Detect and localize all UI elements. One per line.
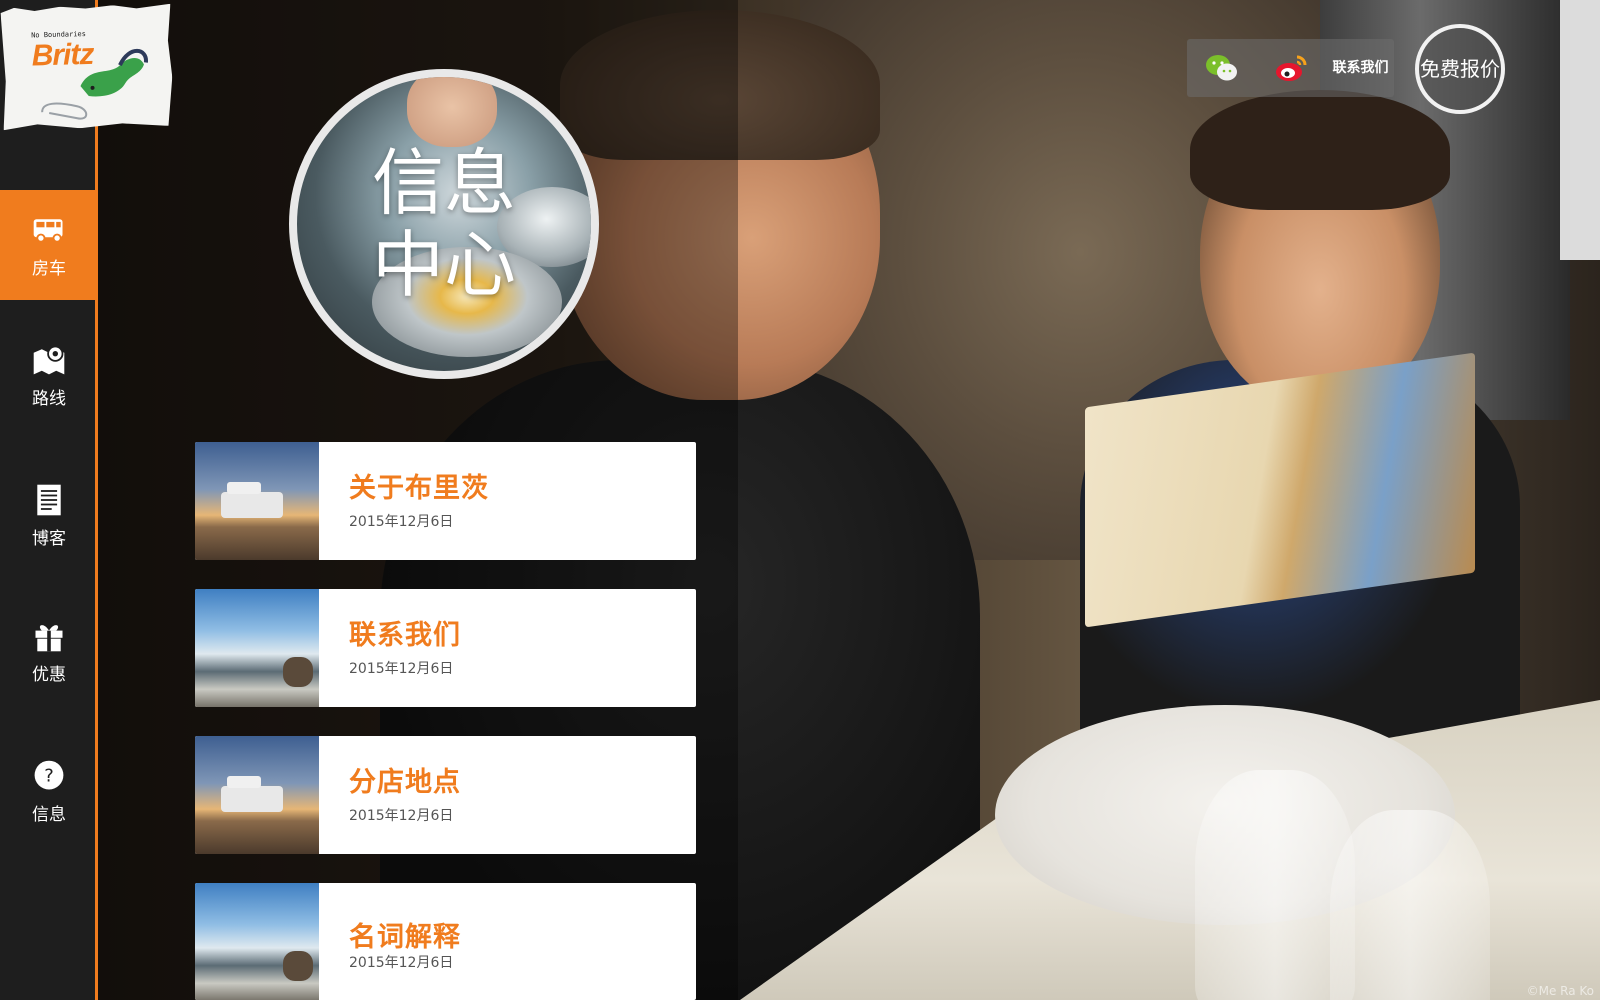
sidebar-item-deals[interactable]: 优惠 — [0, 596, 98, 706]
sidebar-item-routes[interactable]: 路线 — [0, 320, 98, 430]
article-card[interactable]: 分店地点 2015年12月6日 — [195, 736, 696, 854]
britz-logo[interactable]: No Boundaries Britz — [0, 4, 173, 130]
svg-text:?: ? — [44, 765, 54, 786]
document-icon — [37, 484, 61, 515]
article-card[interactable]: 关于布里茨 2015年12月6日 — [195, 442, 696, 560]
sidebar-item-label: 路线 — [32, 388, 66, 409]
article-thumbnail — [195, 589, 319, 707]
article-thumbnail — [195, 442, 319, 560]
weibo-icon — [1276, 55, 1307, 81]
weibo-button[interactable] — [1257, 39, 1327, 97]
article-card[interactable]: 名词解释 2015年12月6日 — [195, 883, 696, 1000]
article-date: 2015年12月6日 — [349, 514, 454, 530]
article-thumbnail — [195, 736, 319, 854]
contact-us-link[interactable]: 联系我们 — [1327, 59, 1394, 77]
question-icon: ? — [34, 760, 64, 789]
article-card[interactable]: 联系我们 2015年12月6日 — [195, 589, 696, 707]
page-title: 信息中心 — [371, 141, 516, 307]
article-date: 2015年12月6日 — [349, 955, 454, 971]
map-pin-icon — [33, 345, 65, 374]
sidebar-item-blog[interactable]: 博客 — [0, 460, 98, 570]
sidebar-item-info[interactable]: ? 信息 — [0, 736, 98, 846]
article-title: 关于布里茨 — [349, 473, 489, 504]
hero-circle: 信息中心 — [289, 69, 599, 379]
sidebar-item-campervan[interactable]: 房车 — [0, 190, 98, 300]
paperclip-icon — [37, 96, 98, 128]
sidebar-item-label: 信息 — [32, 804, 66, 825]
article-thumbnail — [195, 883, 319, 1000]
article-date: 2015年12月6日 — [349, 808, 454, 824]
article-date: 2015年12月6日 — [349, 661, 454, 677]
social-bar: 联系我们 — [1187, 39, 1394, 97]
article-title: 分店地点 — [349, 767, 461, 798]
article-title: 名词解释 — [349, 922, 461, 953]
wechat-button[interactable] — [1187, 39, 1257, 97]
article-title: 联系我们 — [349, 620, 461, 651]
sidebar-item-label: 博客 — [32, 528, 66, 549]
photo-credit: ©Me Ra Ko — [1526, 984, 1594, 998]
campervan-icon — [33, 218, 63, 243]
gift-icon — [35, 624, 63, 651]
sidebar-item-label: 房车 — [32, 258, 66, 279]
sidebar-nav: 房车 路线 博客 优惠 ? 信息 — [0, 0, 98, 1000]
sidebar-item-label: 优惠 — [32, 664, 66, 685]
free-quote-button[interactable]: 免费报价 — [1415, 24, 1505, 114]
wechat-icon — [1206, 55, 1237, 81]
